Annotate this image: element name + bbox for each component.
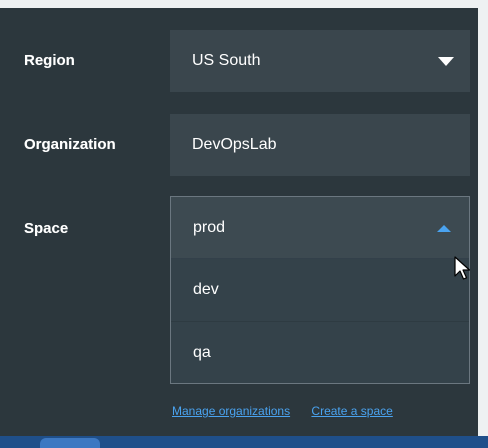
region-label: Region xyxy=(24,52,75,69)
manage-organizations-link[interactable]: Manage organizations xyxy=(172,404,290,418)
create-space-link[interactable]: Create a space xyxy=(311,404,392,418)
organization-label: Organization xyxy=(24,136,116,153)
space-dropdown[interactable]: prod dev qa xyxy=(170,196,470,384)
space-label: Space xyxy=(24,220,69,237)
region-value: US South xyxy=(192,52,261,69)
chevron-down-icon xyxy=(438,57,454,66)
space-option-dev[interactable]: dev xyxy=(171,259,469,321)
space-select[interactable]: prod xyxy=(171,197,469,259)
space-option-qa[interactable]: qa xyxy=(171,321,469,383)
organization-value: DevOpsLab xyxy=(192,136,277,153)
right-edge xyxy=(478,0,488,448)
footer-links: Manage organizations Create a space xyxy=(172,404,393,418)
chevron-up-icon xyxy=(437,225,451,232)
bottom-bar xyxy=(0,436,488,448)
space-value: prod xyxy=(193,218,226,236)
organization-field[interactable]: DevOpsLab xyxy=(170,114,470,176)
region-select[interactable]: US South xyxy=(170,30,470,92)
mouse-pointer-icon xyxy=(454,256,471,280)
top-edge xyxy=(0,0,488,8)
